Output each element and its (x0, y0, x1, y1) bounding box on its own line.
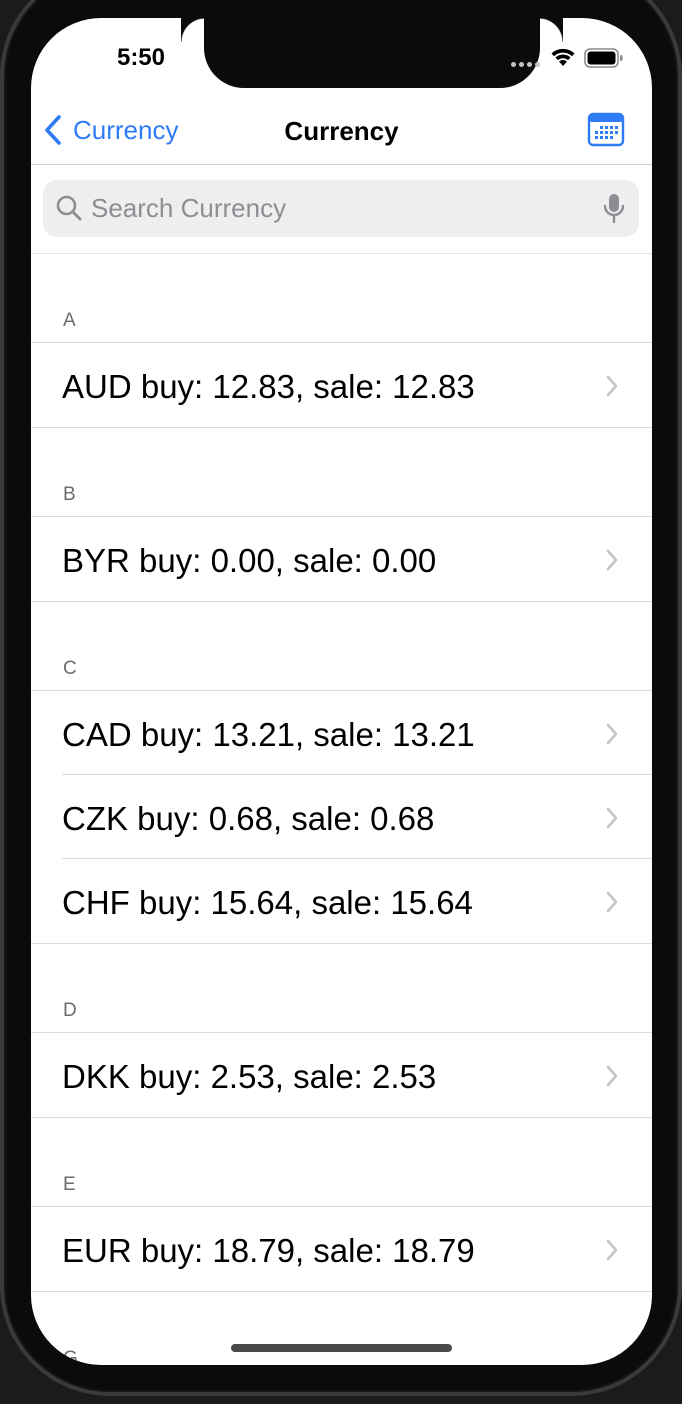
section-rows: DKK buy: 2.53, sale: 2.53 (31, 1032, 652, 1118)
section-rows: BYR buy: 0.00, sale: 0.00 (31, 516, 652, 602)
section-header: B (31, 428, 652, 516)
chevron-right-icon (606, 549, 618, 571)
currency-list: A AUD buy: 12.83, sale: 12.83 B BYR buy:… (31, 254, 652, 1365)
currency-row-label: AUD buy: 12.83, sale: 12.83 (62, 368, 475, 405)
section-rows: EUR buy: 18.79, sale: 18.79 (31, 1206, 652, 1292)
page-title: Currency (284, 116, 399, 146)
section-c: C CAD buy: 13.21, sale: 13.21 CZK buy: 0… (31, 602, 652, 944)
chevron-right-icon (606, 807, 618, 829)
chevron-right-icon (606, 1065, 618, 1087)
section-letter: D (63, 1000, 77, 1021)
currency-row[interactable]: CZK buy: 0.68, sale: 0.68 (31, 774, 652, 859)
section-header: G (31, 1292, 652, 1365)
section-header: A (31, 254, 652, 342)
currency-row[interactable]: BYR buy: 0.00, sale: 0.00 (31, 517, 652, 601)
battery-icon (584, 48, 623, 68)
search-input[interactable] (91, 180, 591, 237)
currency-row-label: CHF buy: 15.64, sale: 15.64 (62, 884, 473, 921)
section-rows: CAD buy: 13.21, sale: 13.21 CZK buy: 0.6… (31, 690, 652, 944)
nav-divider (31, 164, 652, 165)
microphone-icon[interactable] (603, 193, 625, 225)
wifi-icon (551, 48, 575, 66)
currency-row[interactable]: CHF buy: 15.64, sale: 15.64 (31, 858, 652, 943)
home-indicator[interactable] (231, 1344, 452, 1352)
cellular-signal-icon (511, 62, 540, 67)
section-g: G (31, 1292, 652, 1365)
currency-row[interactable]: EUR buy: 18.79, sale: 18.79 (31, 1207, 652, 1291)
section-b: B BYR buy: 0.00, sale: 0.00 (31, 428, 652, 602)
chevron-right-icon (606, 375, 618, 397)
section-a: A AUD buy: 12.83, sale: 12.83 (31, 254, 652, 428)
search-icon (56, 195, 82, 221)
section-letter: C (63, 658, 77, 679)
section-e: E EUR buy: 18.79, sale: 18.79 (31, 1118, 652, 1292)
calendar-icon[interactable] (587, 110, 627, 150)
section-letter: A (63, 310, 76, 331)
notch (204, 18, 563, 88)
section-header: D (31, 944, 652, 1032)
currency-row[interactable]: CAD buy: 13.21, sale: 13.21 (31, 691, 652, 775)
section-letter: G (63, 1348, 78, 1365)
currency-row-label: DKK buy: 2.53, sale: 2.53 (62, 1058, 437, 1095)
navigation-bar: Currency Currency (31, 106, 652, 164)
chevron-right-icon (606, 891, 618, 913)
section-letter: E (63, 1174, 76, 1195)
status-time: 5:50 (116, 44, 166, 71)
chevron-right-icon (606, 723, 618, 745)
section-d: D DKK buy: 2.53, sale: 2.53 (31, 944, 652, 1118)
section-header: C (31, 602, 652, 690)
chevron-right-icon (606, 1239, 618, 1261)
currency-row[interactable]: DKK buy: 2.53, sale: 2.53 (31, 1033, 652, 1117)
search-bar[interactable] (43, 180, 639, 237)
currency-row-label: EUR buy: 18.79, sale: 18.79 (62, 1232, 475, 1269)
currency-row-label: BYR buy: 0.00, sale: 0.00 (62, 542, 437, 579)
section-letter: B (63, 484, 76, 505)
currency-row-label: CAD buy: 13.21, sale: 13.21 (62, 716, 475, 753)
currency-row-label: CZK buy: 0.68, sale: 0.68 (62, 800, 435, 837)
currency-row[interactable]: AUD buy: 12.83, sale: 12.83 (31, 343, 652, 427)
section-rows: AUD buy: 12.83, sale: 12.83 (31, 342, 652, 428)
section-header: E (31, 1118, 652, 1206)
phone-screen: 5:50 Currency Currency Search Currency A… (31, 18, 652, 1365)
